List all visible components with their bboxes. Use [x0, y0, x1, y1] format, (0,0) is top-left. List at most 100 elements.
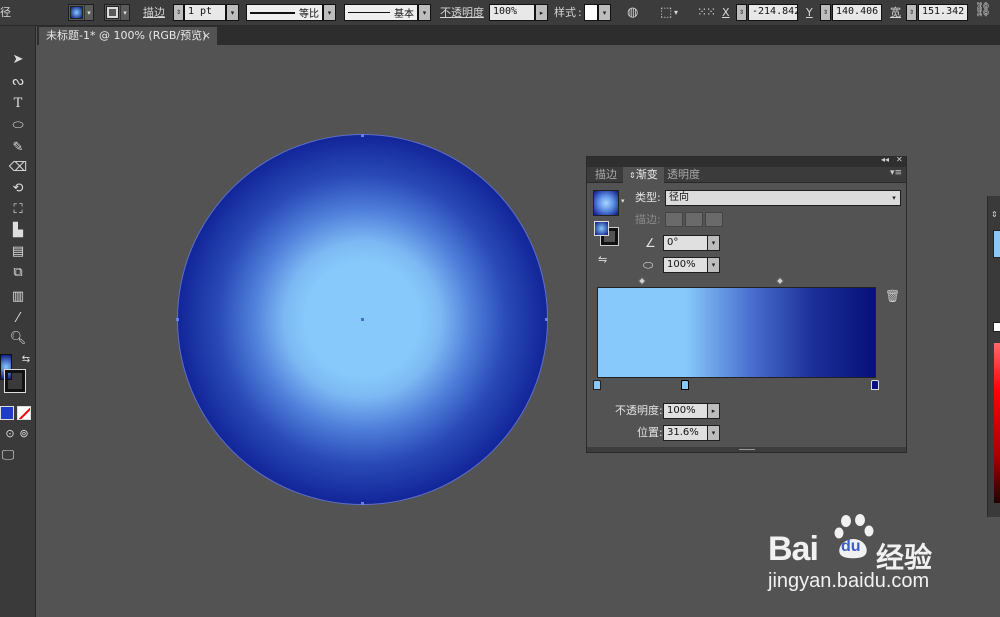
free-transform-tool-icon[interactable]: ⛶ [8, 202, 28, 218]
variable-width-profile[interactable]: 等比 [246, 4, 323, 21]
stroke-within-icon [665, 212, 683, 227]
stop-location-dropdown-icon[interactable]: ▾ [707, 425, 720, 441]
document-tab[interactable]: 未标题-1* @ 100% (RGB/预览) × [39, 27, 217, 45]
aspect-ratio-field[interactable]: 100% [663, 257, 708, 273]
width-stepper[interactable]: ⇕ [906, 4, 917, 21]
brush-definition[interactable]: 基本 [344, 4, 418, 21]
color-stop-dark-end[interactable] [871, 380, 879, 390]
tab-transparency[interactable]: 透明度 [661, 167, 706, 183]
shape-builder-tool-icon[interactable]: ▙ [8, 223, 28, 239]
opacity-field[interactable]: 100% [489, 4, 535, 21]
constrain-link-icon[interactable]: ⛓ [974, 2, 992, 19]
stroke-weight-dropdown[interactable]: ▾ [226, 4, 239, 21]
style-swatch[interactable] [584, 4, 598, 21]
tab-stroke[interactable]: 描边 [589, 167, 623, 183]
chevron-down-icon: ▾ [120, 5, 129, 20]
stroke-gradient-label: 描边: [635, 213, 661, 226]
anchor-point-right[interactable] [545, 318, 548, 321]
reference-point-icon[interactable]: ⁙⁙ [697, 4, 716, 21]
pencil-tool-icon[interactable]: ✎ [8, 140, 28, 156]
location-label: 位置: [637, 426, 663, 439]
align-selection-icon[interactable]: ⬚ [660, 4, 672, 21]
stepper-icon[interactable]: ⇕ [991, 210, 998, 219]
rotate-tool-icon[interactable]: ⟲ [8, 181, 28, 197]
y-field[interactable]: 140.406 [832, 4, 882, 21]
chevron-down-icon: ▾ [84, 5, 93, 20]
opacity-label-link[interactable]: 不透明度 [440, 4, 484, 21]
color-spectrum[interactable] [994, 343, 1000, 503]
color-mode-icon[interactable] [0, 406, 14, 420]
gradient-fill-icon[interactable] [594, 221, 609, 236]
type-dropdown-icon[interactable]: ▾ [888, 190, 901, 206]
width-field[interactable]: 151.342 [918, 4, 968, 21]
eyedropper-tool-icon[interactable]: ⁄ [8, 311, 28, 327]
aspect-ratio-dropdown-icon[interactable]: ▾ [707, 257, 720, 273]
x-field[interactable]: -214.842 [748, 4, 798, 21]
gradient-slider[interactable] [597, 287, 876, 378]
anchor-point-left[interactable] [176, 318, 179, 321]
x-stepper[interactable]: ⇕ [736, 4, 747, 21]
screen-mode-icon[interactable]: 🖵︎ [0, 448, 18, 464]
none-icon[interactable] [17, 406, 31, 420]
color-stop-light-active[interactable] [681, 380, 689, 390]
stroke-swatch-button[interactable]: ▾ [104, 4, 130, 21]
stop-opacity-field[interactable]: 100% [663, 403, 708, 419]
brush-dropdown[interactable]: ▾ [418, 4, 431, 21]
recolor-artwork-icon[interactable]: ◍ [627, 4, 638, 21]
none-swatch-icon[interactable] [993, 322, 1000, 332]
swap-icon[interactable]: ⇆ [16, 352, 36, 368]
reverse-gradient-icon[interactable]: ⇋ [598, 253, 607, 266]
column-graph-tool-icon[interactable]: ▥ [8, 289, 28, 305]
watermark-brand-bai: Bai [768, 530, 819, 568]
y-label[interactable]: Y [806, 4, 813, 21]
close-icon[interactable]: ✕ [896, 155, 903, 164]
style-colon: : [578, 6, 582, 19]
stop-opacity-dropdown-icon[interactable]: ▸ [707, 403, 720, 419]
document-tab-bar: 未标题-1* @ 100% (RGB/预览) × [37, 26, 1000, 45]
chevron-down-icon[interactable]: ▾ [621, 197, 625, 205]
stop-location-field[interactable]: 31.6% [663, 425, 708, 441]
selection-tool-icon[interactable]: ➤ [8, 52, 28, 68]
type-tool-icon[interactable]: T [8, 96, 28, 112]
angle-dropdown-icon[interactable]: ▾ [707, 235, 720, 251]
midpoint-diamond[interactable] [637, 276, 647, 286]
midpoint-diamond[interactable] [775, 276, 785, 286]
opacity-label: 不透明度: [615, 404, 663, 417]
tab-gradient[interactable]: ⇕渐变 [623, 167, 664, 183]
opacity-dropdown[interactable]: ▸ [535, 4, 548, 21]
zoom-tool-icon[interactable]: 🔍︎ [8, 331, 28, 347]
panel-resize-handle[interactable] [587, 447, 906, 452]
baidu-jingyan-watermark: Bai du 经验 jingyan.baidu.com [766, 512, 956, 596]
type-select[interactable]: 径向 [665, 190, 901, 206]
color-stop-light-start[interactable] [593, 380, 601, 390]
fill-swatch-button[interactable]: ▾ [68, 4, 94, 21]
blend-tool-icon[interactable]: ⧉ [8, 265, 28, 281]
x-label[interactable]: X [722, 4, 730, 21]
chevron-down-icon[interactable]: ▾ [674, 4, 678, 21]
style-dropdown[interactable]: ▾ [598, 4, 611, 21]
draw-inside-icon[interactable]: ⊚ [14, 426, 34, 442]
anchor-point-top[interactable] [361, 134, 364, 137]
stroke-weight-stepper[interactable]: ⇕ [173, 4, 184, 21]
center-point[interactable] [361, 318, 364, 321]
stroke-weight-field[interactable]: 1 pt [184, 4, 226, 21]
delete-stop-icon[interactable]: 🗑︎ [885, 289, 900, 303]
profile-dropdown[interactable]: ▾ [323, 4, 336, 21]
anchor-point-bottom[interactable] [361, 502, 364, 505]
stroke-color-icon[interactable] [5, 370, 25, 392]
angle-field[interactable]: 0° [663, 235, 708, 251]
gradient-preview-swatch[interactable] [593, 190, 619, 216]
gradient-tool-icon[interactable]: ▤ [8, 244, 28, 260]
stroke-label-link[interactable]: 描边 [143, 4, 165, 21]
panel-title-bar[interactable]: ◂◂ ✕ [587, 155, 906, 167]
fill-swatch-icon [70, 6, 83, 19]
width-label[interactable]: 宽 [890, 4, 901, 21]
lasso-tool-icon[interactable]: ᔓ [8, 74, 28, 90]
panel-menu-icon[interactable]: ▾≡ [890, 168, 902, 178]
current-color-swatch[interactable] [993, 230, 1000, 258]
collapse-icon[interactable]: ◂◂ [881, 155, 889, 164]
y-stepper[interactable]: ⇕ [820, 4, 831, 21]
eraser-tool-icon[interactable]: ⌫ [8, 160, 28, 176]
ellipse-tool-icon[interactable]: ⬭ [8, 118, 28, 134]
close-icon[interactable]: × [202, 27, 211, 45]
